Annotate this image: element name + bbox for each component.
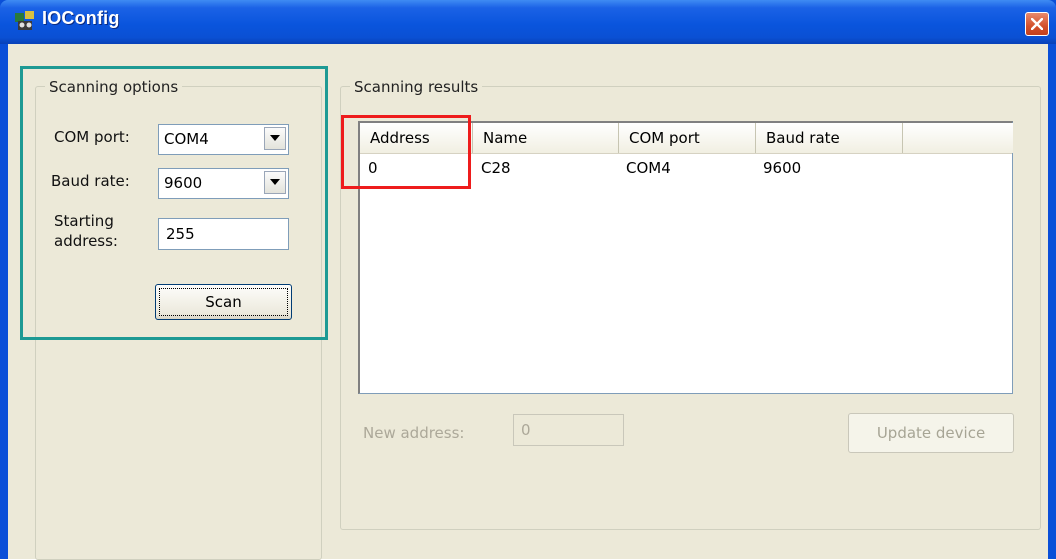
- highlight-box-scanning-options: [20, 66, 328, 340]
- row-name-cell: C28: [481, 159, 511, 177]
- column-header-name[interactable]: Name: [473, 123, 619, 153]
- highlight-box-address-column: [341, 115, 471, 189]
- row-baud-rate-cell: 9600: [763, 159, 802, 177]
- close-icon: [1031, 18, 1043, 30]
- app-icon: [15, 11, 34, 30]
- ioconfig-window: IOConfig Scanning options Scanning resul…: [0, 0, 1056, 560]
- window-title: IOConfig: [42, 8, 120, 28]
- title-bar[interactable]: IOConfig: [0, 0, 1056, 44]
- column-header-com-port[interactable]: COM port: [619, 123, 756, 153]
- new-address-input[interactable]: 0: [513, 414, 624, 446]
- row-com-port-cell: COM4: [626, 159, 671, 177]
- update-device-button-label: Update device: [876, 424, 986, 442]
- close-button[interactable]: [1025, 12, 1049, 36]
- scanning-results-legend: Scanning results: [350, 78, 483, 96]
- column-header-baud-rate[interactable]: Baud rate: [756, 123, 903, 153]
- new-address-label: New address:: [363, 424, 465, 442]
- update-device-button[interactable]: Update device: [848, 413, 1014, 453]
- column-header-filler: [903, 123, 1013, 153]
